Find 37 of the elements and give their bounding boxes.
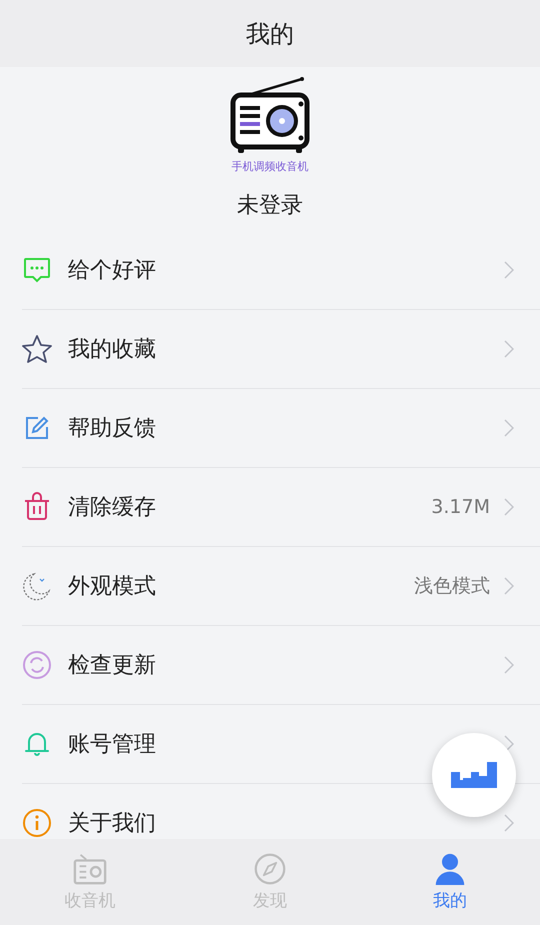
menu-label: 账号管理 [68, 731, 157, 759]
menu-item[interactable]: 给个好评 [22, 231, 540, 310]
radio-icon [73, 852, 107, 884]
info-icon [22, 808, 52, 838]
menu-item[interactable]: 外观模式 浅色模式 [22, 547, 540, 626]
menu-label: 清除缓存 [68, 494, 157, 522]
person-icon [433, 852, 467, 884]
menu-value: 浅色模式 [414, 574, 490, 599]
menu-label: 外观模式 [68, 573, 157, 601]
menu-label: 帮助反馈 [68, 415, 157, 443]
menu-value: 3.17M [431, 496, 490, 518]
refresh-icon [22, 650, 52, 680]
compass-icon [253, 852, 287, 884]
menu-label: 关于我们 [68, 810, 157, 838]
login-status[interactable]: 未登录 [237, 190, 303, 220]
menu-item[interactable]: 帮助反馈 [22, 389, 540, 468]
trash-icon [22, 492, 52, 522]
menu-label: 我的收藏 [68, 336, 157, 364]
chevron-right-icon [504, 814, 514, 832]
menu-item[interactable]: 清除缓存 3.17M [22, 468, 540, 547]
page-title: 我的 [246, 18, 294, 50]
chevron-right-icon [504, 419, 514, 437]
chevron-right-icon [504, 656, 514, 674]
menu-item[interactable]: 我的收藏 [22, 310, 540, 389]
app-caption: 手机调频收音机 [232, 159, 308, 174]
menu-label: 给个好评 [68, 257, 157, 285]
bar-chart-icon [451, 762, 497, 788]
chevron-right-icon [504, 577, 514, 595]
chevron-right-icon [504, 261, 514, 279]
chevron-right-icon [504, 340, 514, 358]
chat-bubble-icon [22, 255, 52, 285]
star-icon [22, 334, 52, 364]
chevron-right-icon [504, 498, 514, 516]
radio-logo-icon [230, 77, 310, 155]
menu-item[interactable]: 检查更新 [22, 626, 540, 705]
menu-label: 检查更新 [68, 652, 157, 680]
moon-icon [22, 571, 52, 601]
